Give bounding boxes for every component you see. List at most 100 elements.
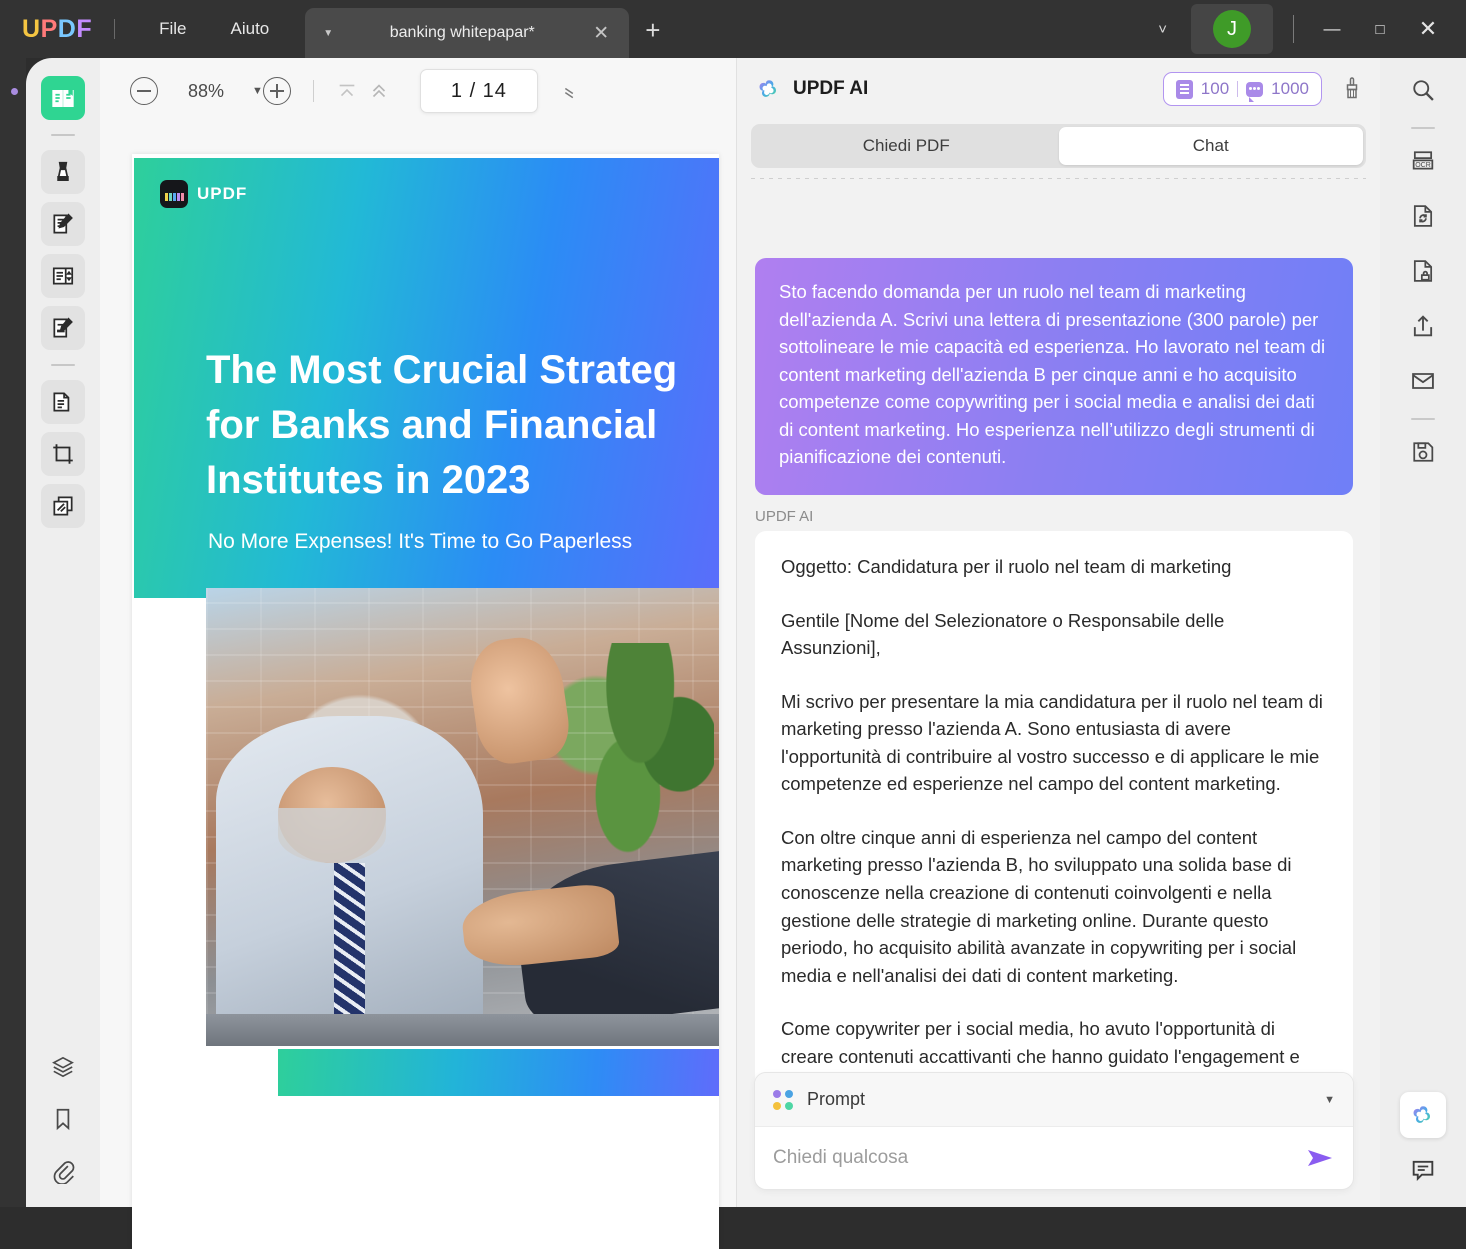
assistant-paragraph: Gentile [Nome del Selezionatore o Respon… bbox=[781, 609, 1225, 659]
account-button[interactable]: J bbox=[1191, 4, 1273, 54]
convert-file-icon bbox=[1409, 202, 1437, 230]
chat-input[interactable] bbox=[773, 1147, 1299, 1169]
sidebar-item-convert[interactable] bbox=[41, 380, 85, 424]
document-credit-icon bbox=[1175, 79, 1193, 99]
assistant-message-bubble: Oggetto: Candidatura per il ruolo nel te… bbox=[755, 530, 1353, 1106]
tab-chat[interactable]: Chat bbox=[1058, 127, 1363, 165]
highlighter-marker-icon bbox=[50, 159, 76, 185]
layers-icon bbox=[50, 1054, 76, 1080]
logo-letter-d: D bbox=[57, 14, 77, 43]
right-item-email[interactable] bbox=[1400, 358, 1446, 404]
menu-aiuto[interactable]: Aiuto bbox=[209, 13, 292, 45]
assistant-paragraph: Con oltre cinque anni di esperienza nel … bbox=[781, 826, 1297, 986]
caret-down-icon[interactable]: ▼ bbox=[252, 85, 263, 97]
right-item-share[interactable] bbox=[1400, 303, 1446, 349]
collapse-toolbar-icon[interactable] bbox=[562, 81, 582, 101]
sidebar-item-crop[interactable] bbox=[41, 432, 85, 476]
zoom-level: 88% bbox=[188, 80, 225, 101]
caret-down-icon[interactable]: ▼ bbox=[319, 28, 337, 39]
updf-mark-icon bbox=[160, 180, 188, 208]
convert-document-icon bbox=[50, 389, 76, 415]
zoom-in-circle-icon[interactable] bbox=[262, 77, 291, 105]
divider bbox=[1411, 127, 1435, 129]
minimize-button[interactable]: — bbox=[1308, 19, 1356, 39]
share-upload-icon bbox=[1409, 312, 1437, 340]
menu-file[interactable]: File bbox=[137, 13, 208, 45]
credits-badge[interactable]: 100 1000 bbox=[1162, 72, 1322, 106]
sidebar-item-attachments[interactable] bbox=[41, 1149, 85, 1193]
pdf-brand-logo: UPDF bbox=[160, 180, 247, 208]
sidebar-item-organize-pages[interactable] bbox=[41, 254, 85, 298]
paperclip-icon bbox=[50, 1158, 76, 1184]
left-tool-sidebar bbox=[26, 58, 100, 1207]
chat-composer: Prompt ▼ bbox=[755, 1073, 1353, 1189]
organize-pages-icon bbox=[50, 263, 76, 289]
pdf-title-line-2: for Banks and Financial bbox=[206, 403, 658, 448]
pdf-cover-photo bbox=[206, 588, 719, 1046]
assistant-paragraph: Oggetto: Candidatura per il ruolo nel te… bbox=[781, 555, 1232, 577]
chat-credit-count: 1000 bbox=[1271, 79, 1309, 98]
right-item-save[interactable] bbox=[1400, 429, 1446, 475]
sidebar-item-bookmarks[interactable] bbox=[41, 1097, 85, 1141]
updf-ai-flower-icon bbox=[755, 75, 783, 103]
pdf-brand-text: UPDF bbox=[197, 184, 248, 203]
sidebar-item-comment[interactable] bbox=[41, 150, 85, 194]
logo-letter-f: F bbox=[76, 14, 93, 43]
chat-message-list[interactable]: Sto facendo domanda per un ruolo nel tea… bbox=[737, 248, 1381, 1106]
prev-page-icon[interactable] bbox=[368, 80, 400, 102]
zoom-out-circle-icon[interactable] bbox=[130, 77, 158, 105]
pdf-cover-gradient: UPDF The Most Crucial Strateg for Banks … bbox=[134, 158, 719, 598]
updf-logo: U P D F bbox=[22, 15, 92, 44]
save-disk-icon bbox=[1409, 438, 1437, 466]
prompt-selector[interactable]: Prompt ▼ bbox=[755, 1073, 1353, 1127]
tab-chiedi-pdf[interactable]: Chiedi PDF bbox=[754, 127, 1059, 165]
brush-clear-icon[interactable] bbox=[1340, 76, 1364, 102]
page-number-input[interactable]: 1 / 14 bbox=[419, 69, 538, 113]
sidebar-item-layers[interactable] bbox=[41, 1045, 85, 1089]
reader-icon bbox=[50, 85, 76, 111]
avatar: J bbox=[1213, 10, 1251, 48]
right-item-protect[interactable] bbox=[1400, 248, 1446, 294]
close-button[interactable]: ✕ bbox=[1404, 16, 1452, 42]
notification-dot bbox=[11, 88, 18, 95]
envelope-icon bbox=[1409, 367, 1437, 395]
svg-text:OCR: OCR bbox=[1415, 162, 1431, 169]
comment-bubble-icon bbox=[1409, 1156, 1437, 1184]
pdf-title-line-3: Institutes in 2023 bbox=[206, 458, 531, 503]
right-item-search[interactable] bbox=[1400, 67, 1446, 113]
chevron-down-icon[interactable]: ˅ bbox=[1140, 21, 1185, 38]
desk-surface bbox=[206, 1013, 719, 1046]
close-icon[interactable]: ✕ bbox=[587, 22, 615, 45]
sidebar-item-compress[interactable] bbox=[41, 484, 85, 528]
right-tool-sidebar: OCR bbox=[1380, 58, 1466, 1207]
send-arrow-icon[interactable] bbox=[1299, 1146, 1335, 1170]
divider bbox=[751, 178, 1366, 179]
right-item-ocr[interactable]: OCR bbox=[1400, 138, 1446, 184]
pdf-page[interactable]: UPDF The Most Crucial Strateg for Banks … bbox=[132, 154, 719, 1249]
tab-title: banking whitepapar* bbox=[389, 24, 535, 41]
plus-icon[interactable]: + bbox=[645, 15, 660, 58]
pdf-cover-footer-bar bbox=[278, 1049, 719, 1096]
right-item-convert[interactable] bbox=[1400, 193, 1446, 239]
first-page-icon[interactable] bbox=[336, 80, 368, 102]
form-edit-icon bbox=[50, 315, 76, 341]
pdf-subtitle: No More Expenses! It's Time to Go Paperl… bbox=[208, 530, 633, 553]
document-tab[interactable]: ▼ banking whitepapar* ✕ bbox=[305, 8, 630, 58]
sidebar-item-edit-pdf[interactable] bbox=[41, 202, 85, 246]
right-item-comments[interactable] bbox=[1400, 1147, 1446, 1193]
edit-document-icon bbox=[50, 211, 76, 237]
title-bar: U P D F File Aiuto ▼ banking whitepapar*… bbox=[0, 0, 1466, 58]
sidebar-item-form[interactable] bbox=[41, 306, 85, 350]
maximize-button[interactable]: □ bbox=[1356, 21, 1404, 38]
pdf-title: The Most Crucial Strateg for Banks and F… bbox=[206, 343, 719, 509]
assistant-paragraph: Mi scrivo per presentare la mia candidat… bbox=[781, 690, 1323, 795]
divider bbox=[114, 19, 116, 39]
prompt-label: Prompt bbox=[807, 1089, 866, 1109]
tab-strip: ▼ banking whitepapar* ✕ + bbox=[305, 0, 660, 58]
caret-down-icon[interactable]: ▼ bbox=[1324, 1094, 1335, 1106]
sidebar-item-reader[interactable] bbox=[41, 76, 85, 120]
divider bbox=[51, 134, 75, 136]
crop-icon bbox=[50, 441, 76, 467]
updf-ai-flower-icon bbox=[1409, 1101, 1437, 1129]
right-item-updf-ai[interactable] bbox=[1400, 1092, 1446, 1138]
